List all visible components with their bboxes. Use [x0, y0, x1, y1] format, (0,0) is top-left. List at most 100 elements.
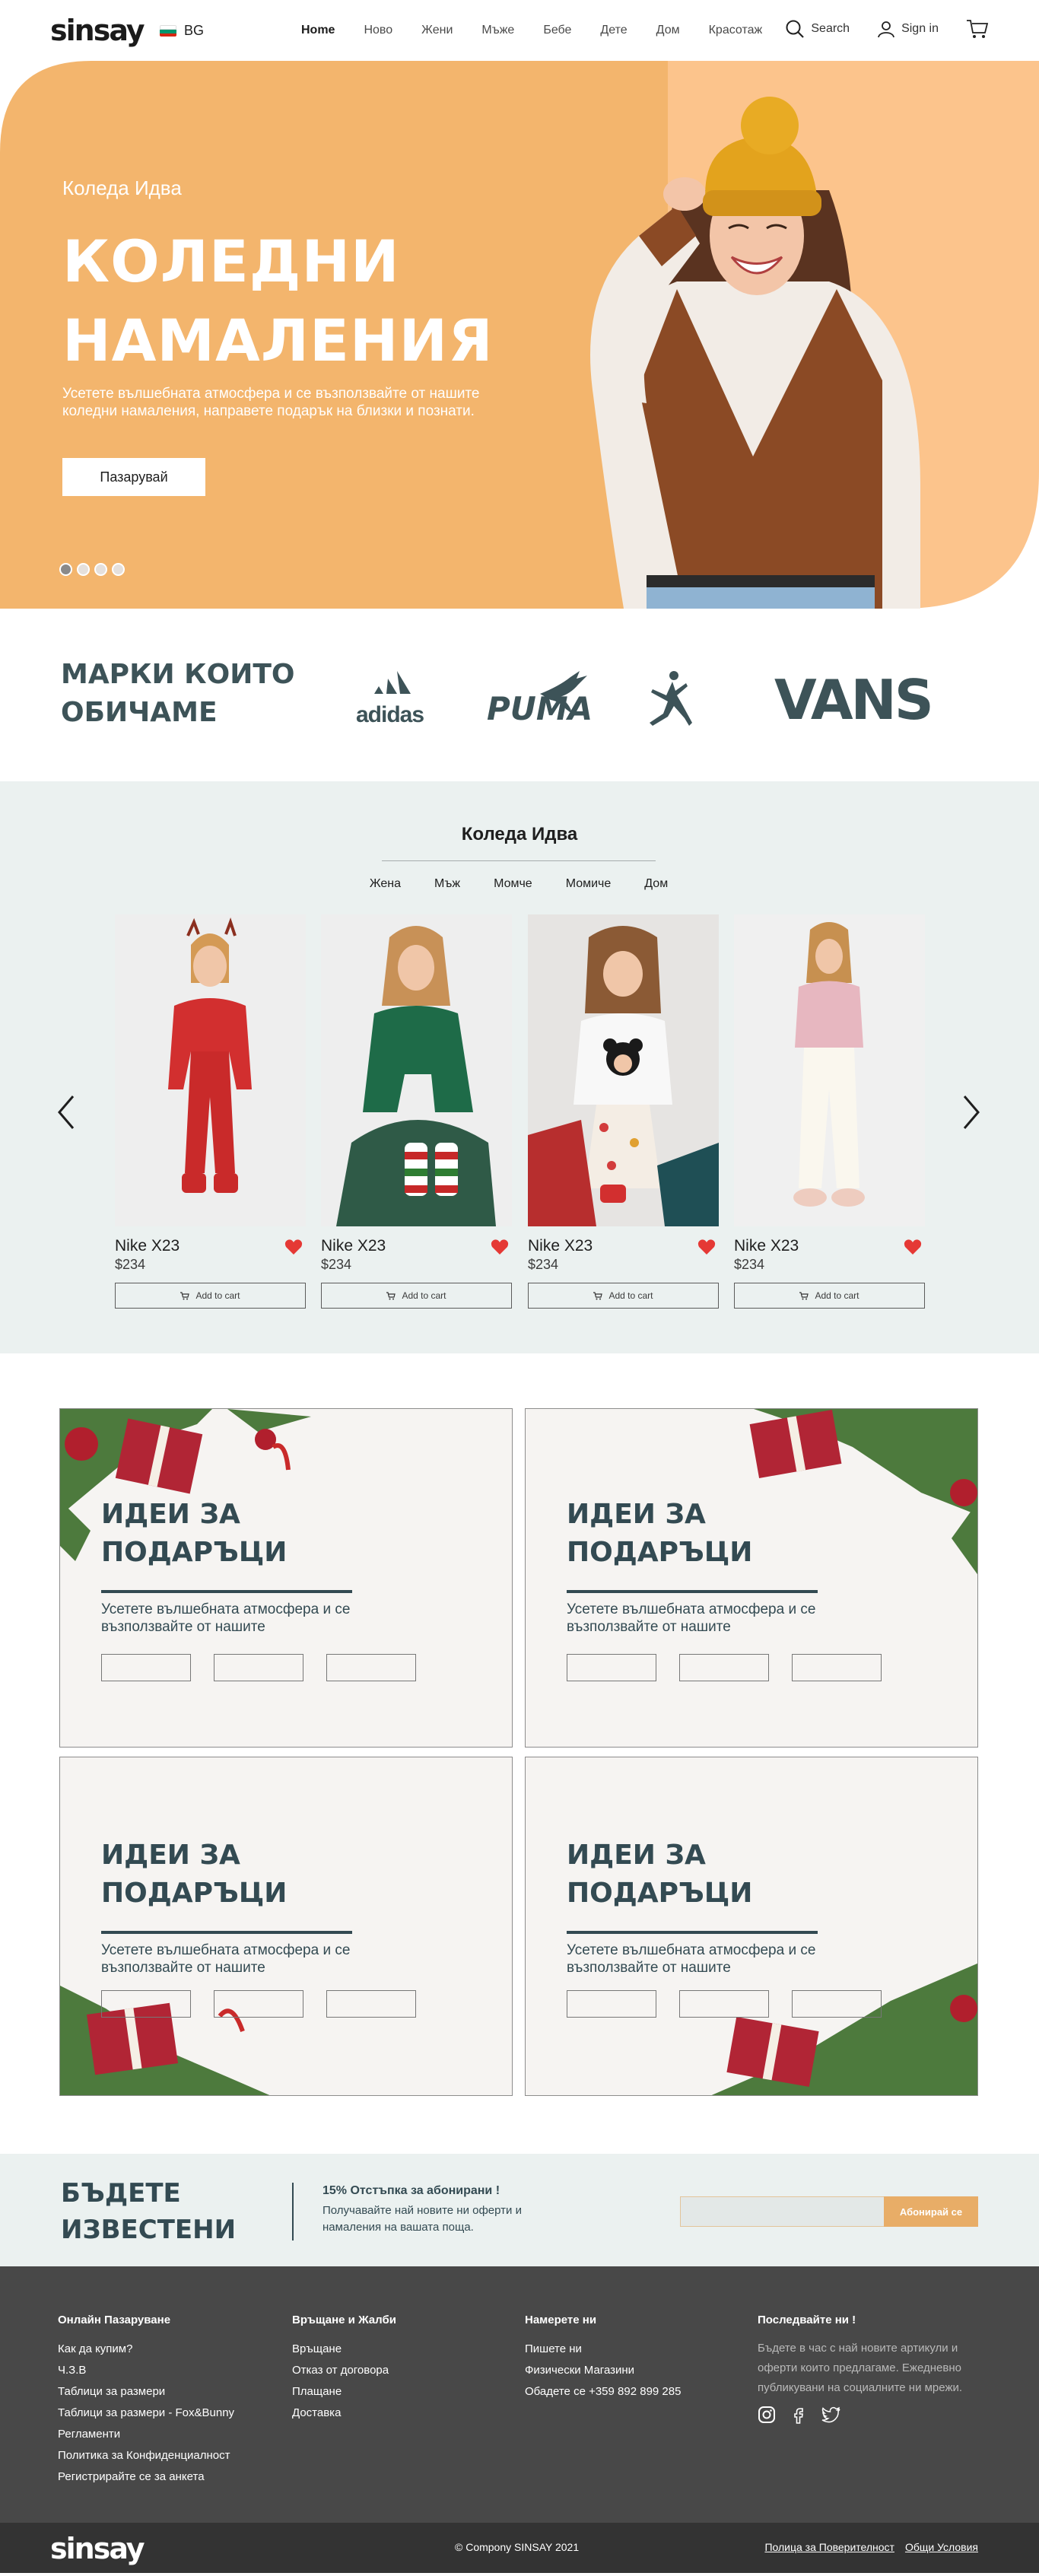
footer-col-title: Намерете ни	[525, 2314, 597, 2326]
gift-option-box[interactable]	[567, 1654, 656, 1681]
tab-women[interactable]: Жена	[370, 877, 401, 891]
product-card[interactable]: Nike X23 $234 Add to cart	[115, 914, 306, 1309]
gift-option-box[interactable]	[326, 1990, 416, 2018]
product-name[interactable]: Nike X23	[528, 1237, 593, 1255]
gift-description: Усетете вълшебната атмосфера и се възпол…	[101, 1601, 351, 1635]
heart-icon[interactable]	[491, 1239, 509, 1255]
gift-title: ИДЕИ ЗА ПОДАРЪЦИ	[101, 1496, 287, 1572]
product-name[interactable]: Nike X23	[321, 1237, 386, 1255]
nav-item-women[interactable]: Жени	[421, 24, 453, 37]
gift-idea-card[interactable]: ИДЕИ ЗА ПОДАРЪЦИ Усетете вълшебната атмос…	[525, 1408, 978, 1748]
prev-arrow-icon[interactable]	[56, 1093, 76, 1131]
gift-idea-card[interactable]: ИДЕИ ЗА ПОДАРЪЦИ Усетете вълшебната атмос…	[59, 1757, 513, 2096]
nav-item-home-goods[interactable]: Дом	[656, 24, 680, 37]
product-image[interactable]	[321, 914, 512, 1226]
slider-dot-4[interactable]	[112, 563, 125, 576]
bulgaria-flag-icon	[160, 25, 176, 37]
heart-icon[interactable]	[284, 1239, 303, 1255]
footer-link[interactable]: Ч.З.В	[58, 2360, 234, 2381]
product-card[interactable]: Nike X23 $234 Add to cart	[528, 914, 719, 1309]
brand-vans[interactable]: VANS	[774, 669, 934, 730]
footer-link[interactable]: Физически Магазини	[525, 2360, 681, 2381]
footer-link[interactable]: Регистрирайте се за анкета	[58, 2466, 234, 2488]
product-image[interactable]	[115, 914, 306, 1226]
instagram-icon[interactable]	[758, 2406, 776, 2424]
product-card[interactable]: Nike X23 $234 Add to cart	[321, 914, 512, 1309]
nav-item-beauty[interactable]: Красотаж	[709, 24, 763, 37]
gift-option-box[interactable]	[214, 1990, 303, 2018]
tab-men[interactable]: Мъж	[434, 877, 460, 891]
nav-item-men[interactable]: Мъже	[481, 24, 514, 37]
brand-adidas[interactable]: adidas	[356, 671, 429, 728]
gift-option-box[interactable]	[679, 1654, 769, 1681]
twitter-icon[interactable]	[821, 2406, 841, 2424]
gift-description: Усетете вълшебната атмосфера и се възпол…	[101, 1942, 351, 1976]
gift-option-box[interactable]	[679, 1990, 769, 2018]
footer-link[interactable]: Таблици за размери - Fox&Bunny	[58, 2403, 234, 2424]
hero-title-line1: КОЛЕДНИ	[62, 227, 400, 295]
nav-item-baby[interactable]: Бебе	[543, 24, 571, 37]
sinsay-logo-footer[interactable]: sinsay	[50, 2532, 145, 2565]
product-name[interactable]: Nike X23	[115, 1237, 180, 1255]
gift-title-line1: ИДЕИ ЗА	[567, 1840, 706, 1871]
signin-button[interactable]: Sign in	[877, 20, 939, 38]
heart-icon[interactable]	[697, 1239, 716, 1255]
footer-link[interactable]: Регламенти	[58, 2424, 234, 2445]
slider-dot-3[interactable]	[94, 563, 107, 576]
gift-option-box[interactable]	[326, 1654, 416, 1681]
brand-puma[interactable]: PUMA	[487, 671, 593, 728]
tab-boy[interactable]: Момче	[494, 877, 532, 891]
product-image[interactable]	[528, 914, 719, 1226]
footer-link[interactable]: Пишете ни	[525, 2339, 681, 2360]
gift-option-box[interactable]	[101, 1654, 191, 1681]
sinsay-logo[interactable]: sinsay	[50, 14, 145, 47]
newsletter-email-input[interactable]	[680, 2196, 885, 2227]
gift-title: ИДЕИ ЗА ПОДАРЪЦИ	[567, 1837, 752, 1913]
gift-option-box[interactable]	[214, 1654, 303, 1681]
facebook-icon[interactable]	[790, 2406, 808, 2424]
add-to-cart-button[interactable]: Add to cart	[321, 1283, 512, 1309]
gift-option-box[interactable]	[101, 1990, 191, 2018]
footer-link[interactable]: Как да купим?	[58, 2339, 234, 2360]
next-arrow-icon[interactable]	[961, 1093, 981, 1131]
slider-dot-1[interactable]	[59, 563, 72, 576]
language-selector[interactable]: BG	[160, 23, 204, 39]
privacy-policy-link[interactable]: Полица за Поверителност	[764, 2541, 894, 2553]
cart-icon[interactable]	[966, 18, 989, 40]
gift-idea-card[interactable]: ИДЕИ ЗА ПОДАРЪЦИ Усетете вълшебната атмос…	[59, 1408, 513, 1748]
nav-item-new[interactable]: Ново	[364, 24, 392, 37]
product-name[interactable]: Nike X23	[734, 1237, 799, 1255]
add-to-cart-button[interactable]: Add to cart	[528, 1283, 719, 1309]
slider-dot-2[interactable]	[77, 563, 90, 576]
nav-item-home[interactable]: Home	[301, 24, 335, 37]
product-card[interactable]: Nike X23 $234 Add to cart	[734, 914, 925, 1309]
footer-link[interactable]: Връщане	[292, 2339, 396, 2360]
terms-link[interactable]: Общи Условия	[905, 2541, 978, 2553]
add-to-cart-button[interactable]: Add to cart	[115, 1283, 306, 1309]
gift-option-box[interactable]	[567, 1990, 656, 2018]
footer-link[interactable]: Отказ от договора	[292, 2360, 396, 2381]
footer-link[interactable]: Обадете се +359 892 899 285	[525, 2381, 681, 2403]
add-to-cart-button[interactable]: Add to cart	[734, 1283, 925, 1309]
subscribe-button[interactable]: Абонирай се	[884, 2196, 978, 2227]
nav-item-kids[interactable]: Дете	[600, 24, 627, 37]
tab-girl[interactable]: Момиче	[566, 877, 612, 891]
site-footer: Онлайн Пазаруване Как да купим? Ч.З.В Та…	[0, 2266, 1039, 2523]
shop-now-button[interactable]: Пазарувай	[62, 458, 205, 496]
gift-option-box[interactable]	[792, 1990, 882, 2018]
gift-idea-card[interactable]: ИДЕИ ЗА ПОДАРЪЦИ Усетете вълшебната атмос…	[525, 1757, 978, 2096]
adidas-wordmark: adidas	[356, 702, 424, 727]
add-to-cart-label: Add to cart	[195, 1290, 240, 1301]
gift-option-box[interactable]	[792, 1654, 882, 1681]
footer-col-title: Връщане и Жалби	[292, 2314, 396, 2326]
footer-link[interactable]: Доставка	[292, 2403, 396, 2424]
footer-link[interactable]: Таблици за размери	[58, 2381, 234, 2403]
footer-link[interactable]: Плащане	[292, 2381, 396, 2403]
footer-link[interactable]: Политика за Конфиденциалност	[58, 2445, 234, 2466]
heart-icon[interactable]	[904, 1239, 922, 1255]
search-button[interactable]: Search	[785, 19, 850, 39]
brand-jordan[interactable]	[645, 668, 706, 733]
product-image[interactable]	[734, 914, 925, 1226]
footer-col-title: Онлайн Пазаруване	[58, 2314, 171, 2326]
tab-home[interactable]: Дом	[644, 877, 668, 891]
